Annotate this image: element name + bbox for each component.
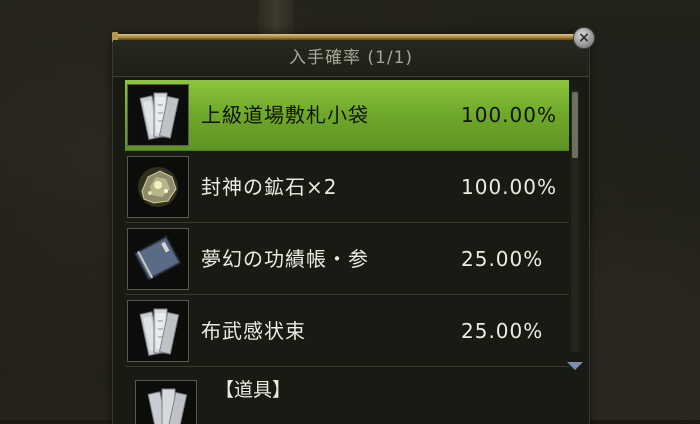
category-section[interactable]: 【道具】 bbox=[125, 374, 569, 424]
item-name: 夢幻の功績帳・参 bbox=[201, 247, 369, 271]
close-button[interactable]: × bbox=[573, 27, 595, 49]
scroll-down-arrow-icon[interactable] bbox=[567, 362, 583, 370]
item-name: 上級道場敷札小袋 bbox=[201, 103, 369, 127]
list-item[interactable]: 上級道場敷札小袋 100.00% bbox=[125, 80, 569, 151]
scroll-bundle-icon bbox=[127, 300, 189, 362]
drop-rate-window: 入手確率 (1/1) 上級道場敷札小袋 100.00% 封神の鉱石×2 100.… bbox=[112, 32, 590, 424]
item-drop-rate: 25.00% bbox=[461, 319, 544, 343]
item-drop-rate: 100.00% bbox=[461, 175, 557, 199]
book-icon bbox=[127, 228, 189, 290]
item-drop-rate: 100.00% bbox=[461, 103, 557, 127]
list-item[interactable]: 布武感状束 25.00% bbox=[125, 296, 569, 367]
scrollbar-thumb[interactable] bbox=[572, 92, 578, 158]
scroll-bundle-icon bbox=[135, 380, 197, 424]
item-drop-rate: 25.00% bbox=[461, 247, 544, 271]
category-label: 【道具】 bbox=[215, 379, 292, 401]
ore-icon bbox=[127, 156, 189, 218]
window-title: 入手確率 (1/1) bbox=[113, 40, 589, 77]
list-item[interactable]: 夢幻の功績帳・参 25.00% bbox=[125, 224, 569, 295]
item-name: 布武感状束 bbox=[201, 319, 306, 343]
list-item[interactable]: 封神の鉱石×2 100.00% bbox=[125, 152, 569, 223]
background-pillar bbox=[258, 0, 294, 34]
item-name: 封神の鉱石×2 bbox=[201, 175, 338, 199]
item-list[interactable]: 上級道場敷札小袋 100.00% 封神の鉱石×2 100.00% 夢幻の功績帳・… bbox=[125, 78, 571, 424]
scroll-bundle-icon bbox=[127, 84, 189, 146]
